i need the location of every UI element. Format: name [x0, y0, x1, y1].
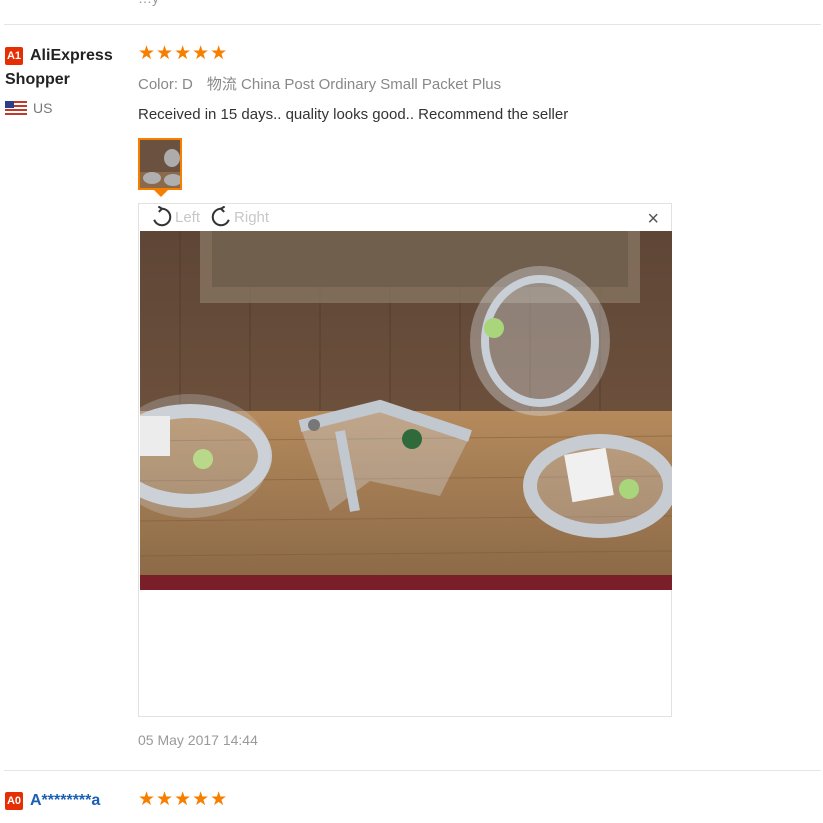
review-photo	[140, 231, 672, 590]
country-code: US	[33, 100, 53, 116]
review-text: Received in 15 days.. quality looks good…	[138, 106, 569, 123]
divider	[4, 24, 821, 25]
reviewer-info: A0 A********a	[5, 789, 130, 813]
reviewer-name[interactable]: A********a	[30, 792, 100, 809]
thumbnail-pointer	[154, 190, 168, 197]
rotate-right-icon	[211, 206, 230, 227]
rotate-left-label: Left	[175, 208, 201, 226]
close-icon[interactable]: ×	[647, 208, 659, 230]
star-rating: ★★★★★	[138, 789, 229, 810]
review-date: 05 May 2017 14:44	[138, 732, 258, 748]
us-flag-icon	[5, 101, 27, 115]
rotate-right-label: Right	[234, 208, 270, 226]
color-label: Color:	[138, 76, 179, 93]
review-photo-thumbnail[interactable]	[138, 138, 182, 190]
user-level-badge: A0	[5, 791, 23, 810]
previous-review-tail: …y	[138, 0, 159, 6]
thumbnail-image	[140, 140, 180, 188]
rotate-left-button[interactable]: Left	[151, 206, 200, 228]
divider	[4, 770, 821, 771]
star-rating: ★★★★★	[138, 43, 229, 64]
color-value: D	[182, 76, 193, 93]
shipping-method: 物流 China Post Ordinary Small Packet Plus	[206, 76, 502, 93]
rotate-right-button[interactable]: Right	[210, 206, 269, 228]
rotate-left-icon	[153, 206, 172, 227]
photo-viewer: Left Right ×	[138, 203, 672, 717]
viewer-toolbar: Left Right	[151, 206, 279, 228]
review-sku-info: Color: D 物流 China Post Ordinary Small Pack…	[138, 73, 501, 94]
review-photo-image	[140, 231, 672, 590]
user-level-badge: A1	[5, 46, 23, 65]
reviewer-country: US	[5, 100, 130, 116]
reviewer-info: A1 AliExpress Shopper US	[5, 44, 130, 116]
